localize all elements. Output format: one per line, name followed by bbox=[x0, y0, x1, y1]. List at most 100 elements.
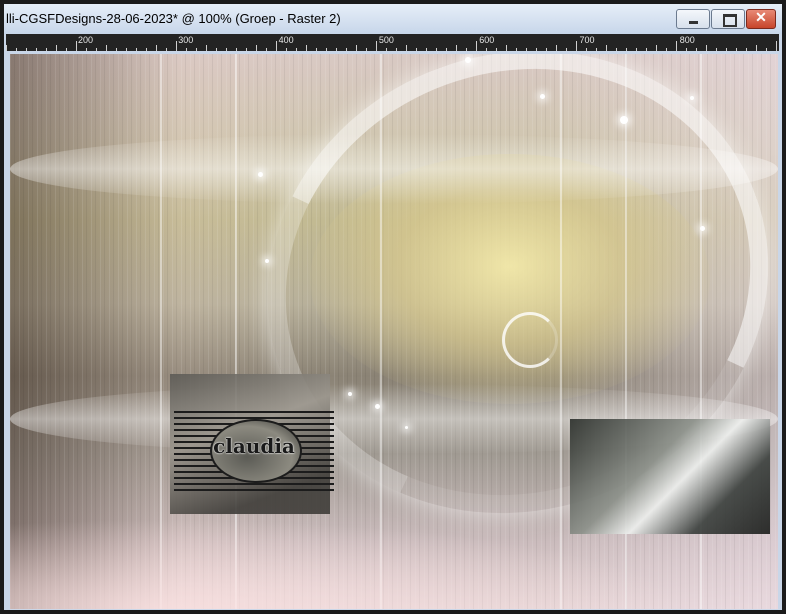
image-canvas[interactable]: claudia bbox=[10, 54, 778, 609]
ruler-label: 500 bbox=[378, 35, 394, 45]
minimize-icon bbox=[689, 21, 698, 24]
ruler-tick bbox=[326, 48, 327, 51]
minimize-button[interactable] bbox=[676, 9, 710, 29]
ruler-tick bbox=[156, 45, 157, 51]
ruler-tick bbox=[186, 48, 187, 51]
ruler-tick bbox=[606, 45, 607, 51]
ruler-tick bbox=[276, 41, 277, 51]
sparkle bbox=[348, 392, 352, 396]
ruler-tick bbox=[596, 48, 597, 51]
ruler-tick bbox=[706, 45, 707, 51]
close-button[interactable]: ✕ bbox=[746, 9, 776, 29]
ruler-tick bbox=[336, 48, 337, 51]
sparkle bbox=[375, 404, 380, 409]
ruler-label: 600 bbox=[479, 35, 495, 45]
image-window: lli-CGSFDesigns-28-06-2023* @ 100% (Groe… bbox=[0, 0, 786, 614]
ruler-tick bbox=[256, 45, 257, 51]
ruler-tick bbox=[696, 48, 697, 51]
sparkle bbox=[700, 226, 705, 231]
ruler-tick bbox=[766, 48, 767, 51]
ruler-tick bbox=[66, 48, 67, 51]
ruler-tick bbox=[46, 48, 47, 51]
ruler-tick bbox=[296, 48, 297, 51]
ruler-tick bbox=[116, 48, 117, 51]
ruler-tick bbox=[316, 48, 317, 51]
ruler-tick bbox=[56, 45, 57, 51]
sparkle bbox=[690, 96, 694, 100]
sparkle bbox=[265, 259, 269, 263]
close-icon: ✕ bbox=[755, 9, 767, 25]
sparkle bbox=[465, 57, 471, 63]
ruler-tick bbox=[236, 48, 237, 51]
horizontal-ruler[interactable]: 200 300 400 500 600 700 800 bbox=[6, 34, 779, 51]
ruler-tick bbox=[626, 48, 627, 51]
sparkle bbox=[620, 116, 628, 124]
ruler-tick bbox=[756, 45, 757, 51]
ruler-tick bbox=[386, 48, 387, 51]
ruler-tick bbox=[476, 41, 477, 51]
ruler-tick bbox=[86, 48, 87, 51]
ruler-tick bbox=[166, 48, 167, 51]
ruler-tick bbox=[686, 48, 687, 51]
light-ring bbox=[502, 312, 558, 368]
ruler-tick bbox=[416, 48, 417, 51]
ruler-tick bbox=[356, 45, 357, 51]
ruler-tick bbox=[136, 48, 137, 51]
ruler-tick bbox=[666, 48, 667, 51]
ruler-tick bbox=[106, 45, 107, 51]
ruler-tick bbox=[536, 48, 537, 51]
ruler-tick bbox=[266, 48, 267, 51]
ruler-tick bbox=[676, 41, 677, 51]
ruler-tick bbox=[456, 45, 457, 51]
sparkle bbox=[258, 172, 263, 177]
ruler-label: 800 bbox=[679, 35, 695, 45]
ruler-tick bbox=[146, 48, 147, 51]
ruler-tick bbox=[206, 45, 207, 51]
maximize-button[interactable] bbox=[711, 9, 745, 29]
ruler-label: 200 bbox=[78, 35, 94, 45]
ruler-tick bbox=[436, 48, 437, 51]
ruler-tick bbox=[176, 41, 177, 51]
ruler-tick bbox=[76, 41, 77, 51]
ruler-tick bbox=[576, 41, 577, 51]
ruler-tick bbox=[286, 48, 287, 51]
ruler-tick bbox=[656, 45, 657, 51]
title-bar[interactable]: lli-CGSFDesigns-28-06-2023* @ 100% (Groe… bbox=[4, 4, 782, 34]
ruler-tick bbox=[26, 48, 27, 51]
ruler-tick bbox=[486, 48, 487, 51]
ruler-tick bbox=[466, 48, 467, 51]
ruler-tick bbox=[516, 48, 517, 51]
ruler-tick bbox=[506, 45, 507, 51]
ruler-tick bbox=[126, 48, 127, 51]
ruler-tick bbox=[346, 48, 347, 51]
ruler-tick bbox=[16, 48, 17, 51]
ruler-tick bbox=[726, 48, 727, 51]
ruler-tick bbox=[616, 48, 617, 51]
ruler-tick bbox=[246, 48, 247, 51]
ruler-tick bbox=[366, 48, 367, 51]
ruler-label: 300 bbox=[178, 35, 194, 45]
ruler-tick bbox=[426, 48, 427, 51]
ruler-tick bbox=[406, 45, 407, 51]
ruler-tick bbox=[36, 48, 37, 51]
ruler-tick bbox=[716, 48, 717, 51]
ruler-tick bbox=[226, 48, 227, 51]
ruler-tick bbox=[746, 48, 747, 51]
sparkle bbox=[540, 94, 545, 99]
ruler-tick bbox=[556, 45, 557, 51]
ruler-tick bbox=[396, 48, 397, 51]
ruler-label: 700 bbox=[579, 35, 595, 45]
window-title: lli-CGSFDesigns-28-06-2023* @ 100% (Groe… bbox=[6, 11, 341, 26]
ruler-tick bbox=[496, 48, 497, 51]
ruler-tick bbox=[196, 48, 197, 51]
ruler-tick bbox=[526, 48, 527, 51]
ruler-tick bbox=[776, 41, 777, 51]
ruler-tick bbox=[646, 48, 647, 51]
ruler-tick bbox=[586, 48, 587, 51]
maximize-icon bbox=[723, 14, 737, 27]
ruler-tick bbox=[636, 48, 637, 51]
ruler-tick bbox=[736, 48, 737, 51]
ruler-tick bbox=[446, 48, 447, 51]
ruler-tick bbox=[546, 48, 547, 51]
bottom-glow bbox=[10, 504, 778, 609]
